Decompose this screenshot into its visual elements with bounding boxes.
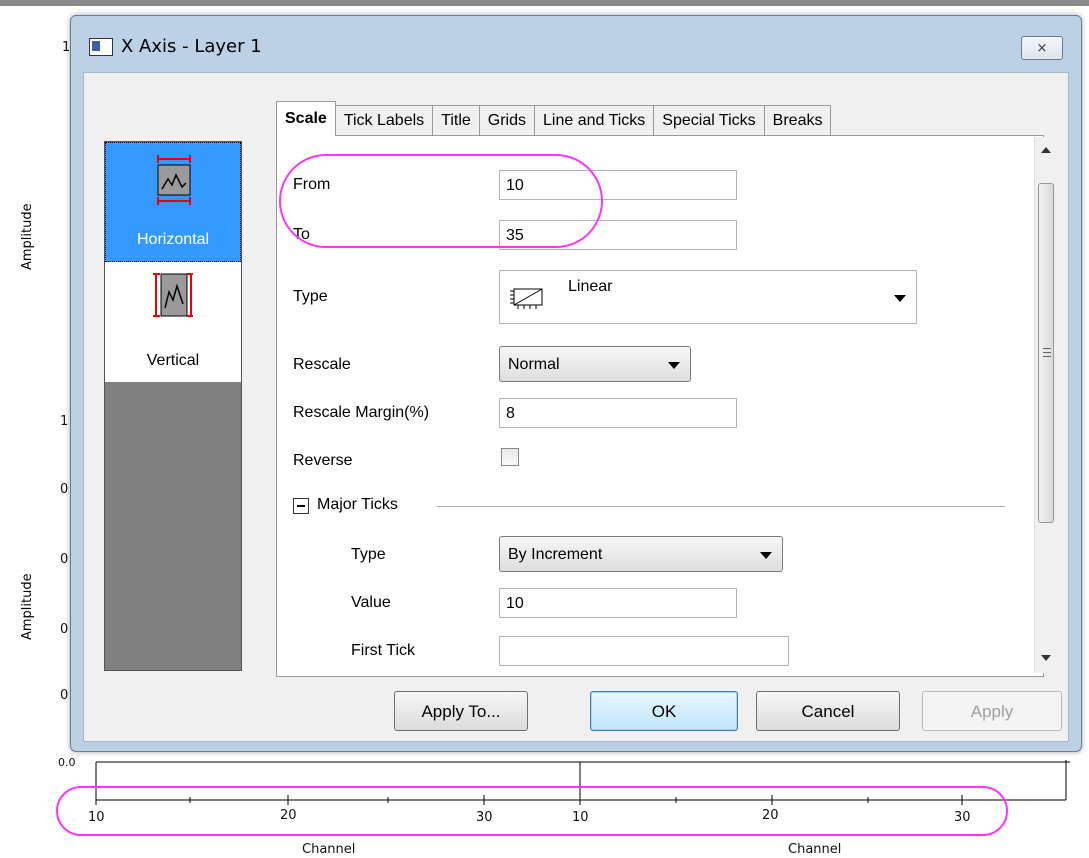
x-axis-label-left: Channel [302,842,356,857]
from-to-highlight [279,154,603,248]
scale-type-dropdown[interactable]: Linear [499,270,917,324]
chevron-down-icon [668,362,680,369]
rescale-margin-label: Rescale Margin(%) [293,404,430,421]
major-type-dropdown[interactable]: By Increment [499,536,783,572]
tab-special-ticks[interactable]: Special Ticks [653,105,765,136]
x-axis-dialog: X Axis - Layer 1 ⨯ Horizontal Vertical S… [70,15,1082,752]
rescale-value: Normal [508,356,560,373]
dialog-title: X Axis - Layer 1 [121,36,262,57]
value-label: Value [351,594,391,611]
tab-strip: Scale Tick Labels Title Grids Line and T… [276,101,832,136]
tab-breaks[interactable]: Breaks [763,105,832,136]
tab-scale[interactable]: Scale [276,101,336,136]
major-type-value: By Increment [508,546,603,563]
tab-title[interactable]: Title [432,105,480,136]
grip-line [1043,348,1051,349]
scale-type-value: Linear [568,278,613,295]
tab-tick-labels[interactable]: Tick Labels [334,105,434,136]
section-divider [437,506,1005,507]
cancel-button[interactable]: Cancel [756,691,900,731]
window-icon [89,38,113,56]
axis-item-label: Vertical [146,352,200,369]
first-tick-field[interactable] [499,636,789,666]
axis-item-label: Horizontal [136,231,210,248]
rescale-label: Rescale [293,356,351,373]
tab-grids[interactable]: Grids [478,105,536,136]
scroll-up-arrow-icon[interactable] [1041,147,1051,153]
axis-direction-list: Horizontal Vertical [104,141,242,671]
grip-line [1043,356,1051,357]
first-tick-label: First Tick [351,642,415,659]
axis-item-vertical[interactable]: Vertical [105,262,241,382]
reverse-label: Reverse [293,452,353,469]
chevron-down-icon [760,552,772,559]
linear-scale-icon [510,288,543,309]
scrollbar-thumb[interactable] [1038,183,1054,523]
apply-to-button[interactable]: Apply To... [394,691,528,731]
rescale-dropdown[interactable]: Normal [499,346,691,382]
axis-item-horizontal[interactable]: Horizontal [105,142,241,262]
type-label: Type [293,288,328,305]
dialog-titlebar[interactable]: X Axis - Layer 1 ⨯ [71,16,1081,66]
scroll-down-arrow-icon[interactable] [1041,655,1051,661]
horizontal-axis-icon [157,155,191,205]
grip-line [1043,352,1051,353]
apply-button[interactable]: Apply [922,691,1062,731]
close-button[interactable]: ⨯ [1021,36,1063,60]
tab-line-and-ticks[interactable]: Line and Ticks [534,105,655,136]
chevron-down-icon [894,295,906,302]
ok-button[interactable]: OK [590,691,738,731]
rescale-margin-field[interactable]: 8 [499,398,737,428]
reverse-checkbox[interactable] [501,448,519,466]
value-field[interactable]: 10 [499,588,737,618]
x-ticks-highlight [56,786,1008,836]
x-axis-label-right: Channel [788,842,842,857]
vertical-axis-icon [153,273,193,317]
scale-tab-panel: From 10 To 35 Type Linear Rescale Normal… [276,135,1044,677]
major-type-label: Type [351,546,386,563]
collapse-icon[interactable] [293,498,309,514]
dialog-body: Horizontal Vertical Scale Tick Labels Ti… [83,72,1069,742]
major-ticks-section-label: Major Ticks [317,496,398,513]
vertical-scrollbar[interactable] [1034,137,1057,673]
